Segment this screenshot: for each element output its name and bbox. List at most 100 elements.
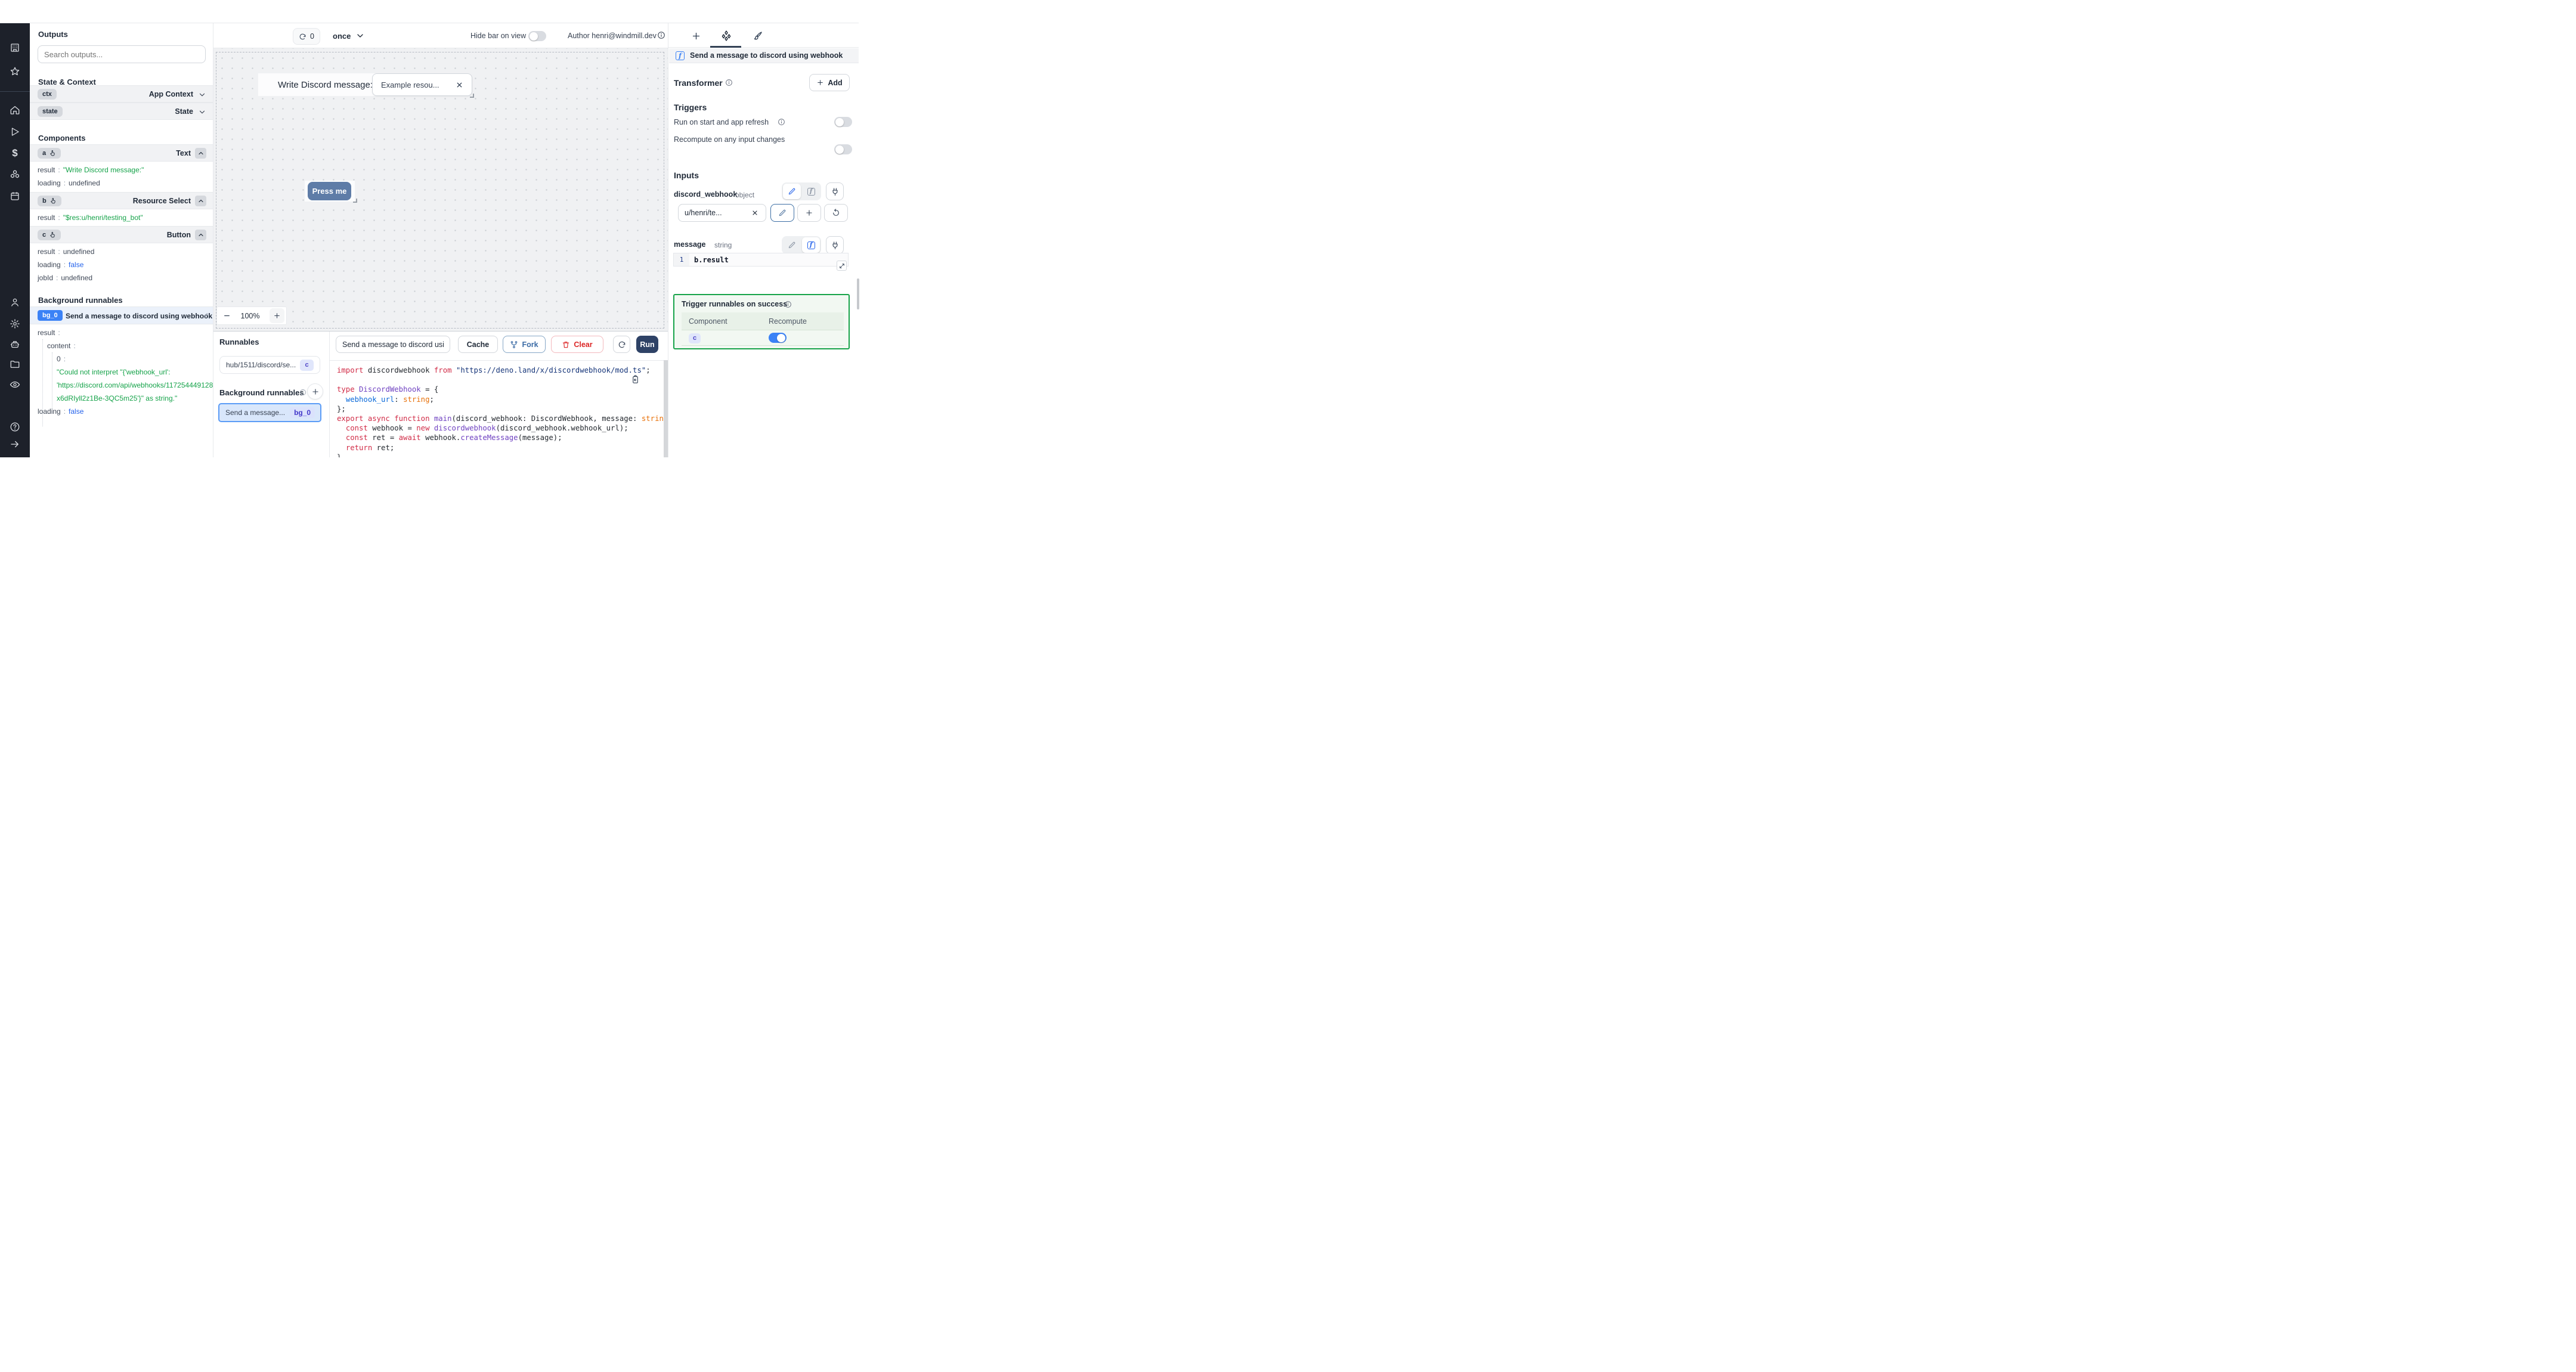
run-mode-select[interactable]: once [333,32,351,41]
hide-bar-toggle[interactable] [528,31,546,41]
expand-editor-button[interactable] [837,261,847,271]
ctx-row[interactable]: ctx App Context [30,85,213,103]
message-mode-toggle: f [782,236,821,254]
collapse-sidebar-icon[interactable] [10,439,20,450]
chevron-down-icon[interactable] [198,108,206,116]
static-edit-button[interactable] [783,237,801,253]
component-c-row[interactable]: c Button [30,226,213,243]
settings-icon[interactable] [10,318,20,329]
chevron-down-icon[interactable] [198,91,206,99]
eval-button[interactable]: f [802,184,820,199]
inputs-title: Inputs [674,171,699,180]
info-icon[interactable] [299,389,306,396]
edit-resource-button[interactable] [770,204,794,222]
component-b-row[interactable]: b Resource Select [30,192,213,209]
app-canvas[interactable]: Write Discord message: Example resou... … [213,48,668,331]
component-c-chip: c [689,333,701,343]
run-button[interactable]: Run [636,336,658,353]
chevron-up-icon [197,197,205,205]
info-icon[interactable] [725,79,733,86]
variables-icon[interactable]: $ [12,147,17,159]
clear-button[interactable]: Clear [551,336,603,353]
favorites-icon[interactable] [10,66,20,77]
bg0-row[interactable]: bg_0 Send a message to discord using web… [30,306,213,324]
create-resource-button[interactable] [797,204,821,222]
runnable-item-hub[interactable]: hub/1511/discord/se... c [219,356,320,374]
clear-x-icon[interactable] [456,81,463,89]
refresh-count-button[interactable]: 0 [293,28,320,45]
component-a-row[interactable]: a Text [30,144,213,162]
input-message-label: message [674,240,706,249]
zoom-out-icon[interactable] [223,312,231,320]
resources-icon[interactable] [10,169,21,181]
run-on-start-toggle[interactable] [834,117,852,127]
c-loading-kv: loading: false [38,261,84,269]
add-transformer-button[interactable]: Add [809,74,850,91]
collapse-button[interactable] [195,230,206,240]
refresh-script-button[interactable] [613,336,630,353]
zoom-in-button[interactable] [270,308,284,323]
press-me-button[interactable]: Press me [308,182,351,200]
collapse-button[interactable] [195,196,206,206]
component-b-badge: b [38,195,61,206]
cache-button[interactable]: Cache [458,336,498,353]
eval-button[interactable]: f [802,237,820,253]
tab-styling[interactable] [752,30,764,42]
resize-handle[interactable] [470,94,474,98]
component-header-title: Send a message to discord using webhook [690,51,843,60]
script-editor-panel: Cache Fork Clear Run import discordwebho… [330,332,668,457]
connect-input-button[interactable] [826,182,844,200]
recompute-any-toggle[interactable] [834,144,852,154]
resource-select-component[interactable]: Example resou... [372,73,474,98]
pencil-icon [788,187,796,196]
components-title: Components [38,134,86,143]
hand-pointer-icon [49,231,56,239]
panel-scrollbar-thumb[interactable] [857,278,859,309]
fork-button[interactable]: Fork [503,336,546,353]
edit-pencil-icon[interactable] [202,312,209,319]
info-icon[interactable] [784,301,792,308]
code-editor[interactable]: import discordwebhook from "https://deno… [330,360,664,457]
trigger-runnables-title: Trigger runnables on success [682,300,788,308]
static-edit-button[interactable] [783,184,801,199]
info-icon[interactable] [778,118,785,126]
runnable-item-bg0-selected[interactable]: Send a message... bg_0 [218,403,321,422]
recompute-c-toggle[interactable] [769,333,787,343]
schedules-icon[interactable] [10,191,20,202]
pencil-icon [778,209,787,217]
tab-insert[interactable] [690,30,702,42]
clear-x-icon[interactable] [751,209,758,216]
state-row[interactable]: state State [30,103,213,120]
script-name-input[interactable] [336,336,450,353]
collapse-button[interactable] [195,148,206,159]
resource-picker[interactable]: u/henri/te... [678,204,766,222]
workers-icon[interactable] [10,339,20,350]
help-icon[interactable] [10,422,20,432]
tab-settings[interactable] [720,29,733,42]
users-icon[interactable] [10,297,20,308]
bg-error-line3: x6dRIyll2z1Be-3QC5m25'}" as string." [57,394,178,402]
zoom-control: 100% [216,306,287,325]
workspace-icon[interactable] [10,42,20,53]
resize-handle[interactable] [353,199,357,203]
plug-icon [831,241,840,250]
refresh-resource-button[interactable] [824,204,848,222]
trash-icon [562,340,570,349]
copy-code-icon[interactable] [631,375,640,384]
audit-logs-icon[interactable] [10,379,20,390]
chevron-down-icon[interactable] [355,31,365,41]
message-expr-editor[interactable]: 1 b.result [673,253,849,271]
home-icon[interactable] [10,105,20,116]
search-outputs-input[interactable] [38,45,206,63]
connect-input-button[interactable] [826,236,844,254]
code-scrollbar[interactable] [664,360,668,457]
info-icon[interactable] [657,31,665,39]
outputs-title: Outputs [38,30,68,39]
hand-pointer-icon [49,197,57,205]
runs-icon[interactable] [10,126,20,137]
add-bg-runnable-button[interactable] [307,383,323,399]
folders-icon[interactable] [10,359,20,370]
component-a-badge: a [38,147,61,159]
chevron-up-icon [197,150,205,157]
ctx-type-label: App Context [148,90,193,98]
